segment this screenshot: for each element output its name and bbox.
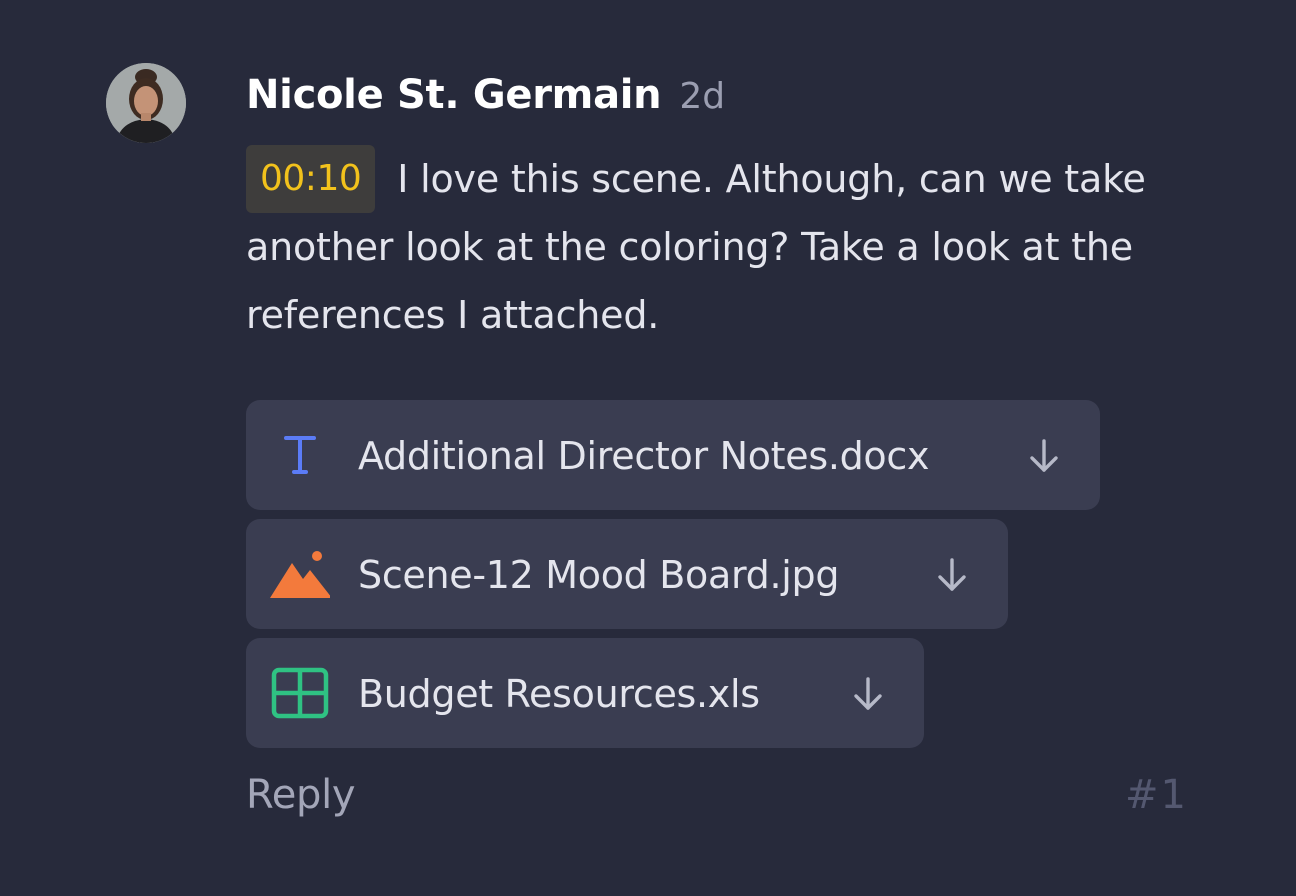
download-icon[interactable]: [848, 674, 888, 714]
image-icon: [270, 546, 330, 602]
text-document-icon: [270, 427, 330, 483]
author-name[interactable]: Nicole St. Germain: [246, 72, 662, 118]
attachment-item[interactable]: Scene-12 Mood Board.jpg: [246, 519, 1008, 629]
attachment-item[interactable]: Additional Director Notes.docx: [246, 400, 1100, 510]
attachment-name: Scene-12 Mood Board.jpg: [358, 553, 840, 597]
spreadsheet-icon: [270, 665, 330, 721]
comment-body: 00:10 I love this scene. Although, can we…: [246, 145, 1166, 349]
reply-button[interactable]: Reply: [246, 768, 356, 822]
timestamp-badge[interactable]: 00:10: [246, 145, 376, 213]
attachment-name: Budget Resources.xls: [358, 672, 760, 716]
attachment-item[interactable]: Budget Resources.xls: [246, 638, 924, 748]
comment-header: Nicole St. Germain 2d: [246, 72, 725, 126]
avatar[interactable]: [106, 63, 186, 143]
attachment-name: Additional Director Notes.docx: [358, 434, 930, 478]
download-icon[interactable]: [932, 555, 972, 595]
comment-age: 2d: [679, 76, 726, 117]
comment-card: Nicole St. Germain 2d 00:10 I love this s…: [0, 0, 1296, 896]
avatar-portrait: [106, 63, 186, 143]
download-icon[interactable]: [1024, 436, 1064, 476]
comment-text: I love this scene. Although, can we take…: [246, 157, 1146, 337]
comment-number: #1: [1125, 772, 1188, 818]
